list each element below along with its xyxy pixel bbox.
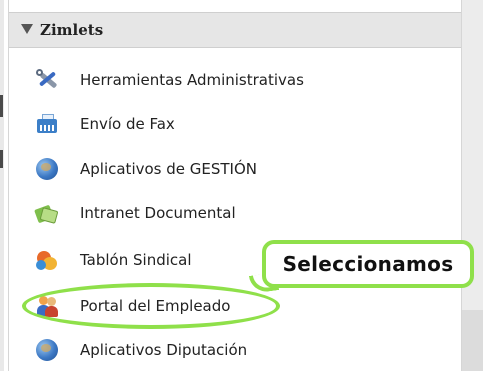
scroll-gutter[interactable] [462, 0, 483, 371]
screenshot-stage: Zimlets Herramientas Administrativas Env… [0, 0, 483, 371]
zimlet-item-label: Envío de Fax [80, 115, 175, 133]
portal-icon [36, 295, 58, 317]
panel-title: Zimlets [40, 21, 104, 39]
fax-icon [36, 113, 58, 135]
scroll-track-lower[interactable] [462, 310, 483, 371]
zimlet-item-label: Aplicativos de GESTIÓN [80, 160, 257, 178]
zimlet-item-intranet[interactable]: Intranet Documental [34, 197, 436, 229]
globe-icon [36, 158, 58, 180]
window-left-edge [0, 0, 4, 371]
zimlet-item-label: Portal del Empleado [80, 297, 231, 315]
callout-text: Seleccionamos [282, 252, 454, 276]
zimlet-item-herramientas[interactable]: Herramientas Administrativas [36, 64, 436, 96]
zimlet-item-fax[interactable]: Envío de Fax [36, 108, 436, 140]
globe-icon [36, 339, 58, 361]
callout-box: Seleccionamos [262, 240, 474, 288]
intranet-icon [34, 202, 59, 224]
zimlet-item-diputacion[interactable]: Aplicativos Diputación [36, 334, 436, 366]
tools-icon [36, 69, 58, 91]
zimlet-item-label: Herramientas Administrativas [80, 71, 304, 89]
zimlet-item-label: Tablón Sindical [80, 251, 192, 269]
zimlets-header[interactable]: Zimlets [9, 12, 461, 48]
zimlet-item-gestion[interactable]: Aplicativos de GESTIÓN [36, 153, 436, 185]
tablon-icon [36, 249, 58, 271]
zimlet-item-label: Aplicativos Diputación [80, 341, 248, 359]
zimlet-item-label: Intranet Documental [80, 204, 236, 222]
collapse-triangle-icon[interactable] [21, 24, 33, 34]
zimlet-item-portal[interactable]: Portal del Empleado [36, 290, 436, 322]
